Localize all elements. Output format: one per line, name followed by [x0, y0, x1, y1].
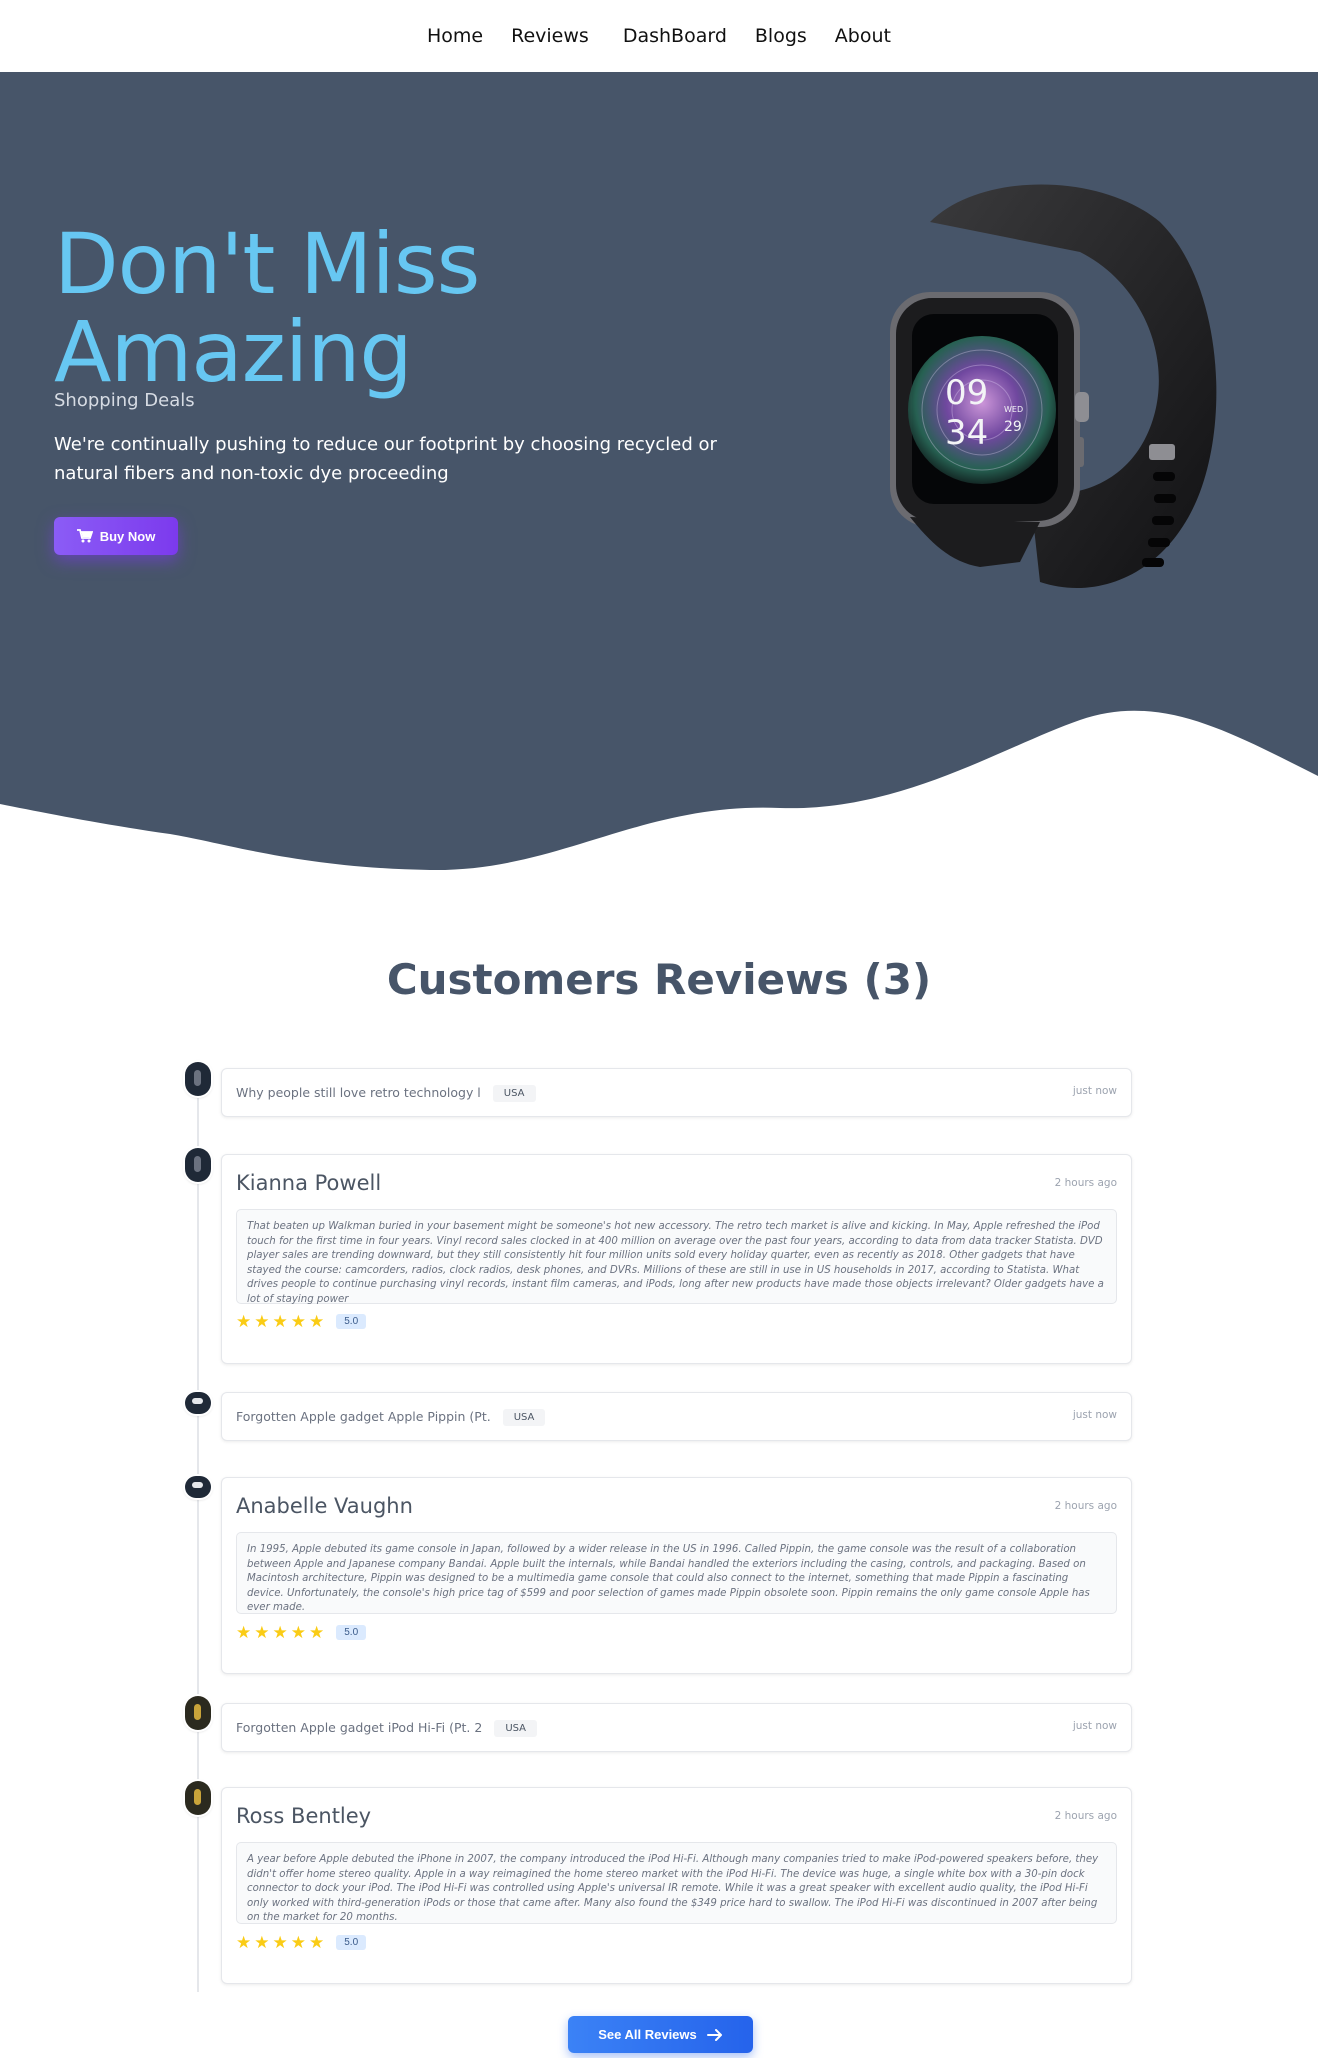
reviewer-name: Kianna Powell — [236, 1171, 382, 1195]
see-all-reviews-button[interactable]: See All Reviews — [568, 2016, 753, 2053]
review-text: A year before Apple debuted the iPhone i… — [236, 1842, 1117, 1924]
review-time: 2 hours ago — [1054, 1177, 1117, 1189]
review-headline-row: Forgotten Apple gadget iPod Hi-Fi (Pt. 2… — [236, 1720, 538, 1737]
review-headline-row: Forgotten Apple gadget Apple Pippin (Pt.… — [236, 1409, 546, 1426]
review-headline: Why people still love retro technology l — [236, 1085, 481, 1100]
star-icon: ★ — [272, 1623, 288, 1642]
star-icon: ★ — [309, 1623, 325, 1642]
avatar[interactable] — [185, 1476, 211, 1498]
hero-title: Don't Miss Amazing — [54, 220, 754, 396]
hero-banner: Don't Miss Amazing Shopping Deals We're … — [0, 72, 1318, 892]
buy-now-button[interactable]: Buy Now — [54, 517, 178, 555]
country-badge: USA — [492, 1085, 536, 1102]
hero-title-line-2: Amazing — [54, 303, 413, 401]
star-icon: ★ — [236, 1312, 252, 1331]
rating-score: 5.0 — [336, 1314, 367, 1329]
star-rating: ★ ★ ★ ★ ★ 5.0 — [236, 1933, 367, 1952]
review-card: Kianna Powell 2 hours ago That beaten up… — [221, 1154, 1132, 1364]
timeline-line — [197, 1062, 199, 1992]
rating-score: 5.0 — [336, 1625, 367, 1640]
avatar[interactable] — [185, 1696, 211, 1730]
review-card: Ross Bentley 2 hours ago A year before A… — [221, 1787, 1132, 1984]
review-posted-time: just now — [1072, 1409, 1117, 1421]
reviewer-name: Anabelle Vaughn — [236, 1494, 413, 1518]
smartwatch-image: 09 34 WED 29 — [890, 184, 1217, 588]
review-posted-time: just now — [1072, 1720, 1117, 1732]
star-icon: ★ — [236, 1933, 252, 1952]
review-posted-time: just now — [1072, 1085, 1117, 1097]
hero-description: We're continually pushing to reduce our … — [54, 434, 717, 484]
country-badge: USA — [502, 1409, 546, 1426]
star-icon: ★ — [290, 1933, 306, 1952]
avatar[interactable] — [185, 1392, 211, 1414]
review-summary-card[interactable]: Forgotten Apple gadget iPod Hi-Fi (Pt. 2… — [221, 1703, 1132, 1752]
review-card: Anabelle Vaughn 2 hours ago In 1995, App… — [221, 1477, 1132, 1674]
star-icon: ★ — [254, 1312, 270, 1331]
review-summary-card[interactable]: Why people still love retro technology l… — [221, 1068, 1132, 1117]
star-icon: ★ — [272, 1933, 288, 1952]
review-time: 2 hours ago — [1054, 1500, 1117, 1512]
watch-minute: 34 — [945, 413, 988, 453]
avatar[interactable] — [185, 1148, 211, 1182]
star-icon: ★ — [254, 1933, 270, 1952]
top-nav: Home Reviews DashBoard Blogs About — [0, 0, 1318, 72]
nav-reviews[interactable]: Reviews — [497, 25, 603, 47]
arrow-right-icon — [706, 2028, 722, 2041]
nav-blogs[interactable]: Blogs — [741, 25, 821, 47]
watch-date: 29 — [1004, 419, 1022, 435]
nav-about[interactable]: About — [821, 25, 905, 47]
review-headline-row: Why people still love retro technology l… — [236, 1085, 536, 1102]
watch-day: WED — [1004, 405, 1023, 414]
review-summary-card[interactable]: Forgotten Apple gadget Apple Pippin (Pt.… — [221, 1392, 1132, 1441]
country-badge: USA — [494, 1720, 538, 1737]
avatar[interactable] — [185, 1062, 211, 1096]
review-headline: Forgotten Apple gadget Apple Pippin (Pt. — [236, 1409, 491, 1424]
avatar[interactable] — [185, 1781, 211, 1815]
star-rating: ★ ★ ★ ★ ★ 5.0 — [236, 1312, 367, 1331]
review-text: That beaten up Walkman buried in your ba… — [236, 1209, 1117, 1305]
review-text: In 1995, Apple debuted its game console … — [236, 1532, 1117, 1614]
star-icon: ★ — [309, 1312, 325, 1331]
star-icon: ★ — [290, 1312, 306, 1331]
reviewer-name: Ross Bentley — [236, 1804, 372, 1828]
star-icon: ★ — [236, 1623, 252, 1642]
rating-score: 5.0 — [336, 1935, 367, 1950]
nav-home[interactable]: Home — [413, 25, 497, 47]
hero-title-line-1: Don't Miss — [54, 215, 480, 313]
review-time: 2 hours ago — [1054, 1810, 1117, 1822]
hero-subtitle: Shopping Deals — [54, 390, 195, 411]
cart-icon — [76, 529, 93, 543]
buy-now-label: Buy Now — [99, 528, 156, 544]
review-headline: Forgotten Apple gadget iPod Hi-Fi (Pt. 2 — [236, 1720, 483, 1735]
watch-hour: 09 — [945, 373, 988, 413]
reviews-title: Customers Reviews (3) — [386, 955, 932, 1004]
star-icon: ★ — [254, 1623, 270, 1642]
star-icon: ★ — [290, 1623, 306, 1642]
star-rating: ★ ★ ★ ★ ★ 5.0 — [236, 1623, 367, 1642]
nav-dashboard[interactable]: DashBoard — [609, 25, 741, 47]
see-all-label: See All Reviews — [598, 2027, 697, 2042]
star-icon: ★ — [272, 1312, 288, 1331]
star-icon: ★ — [309, 1933, 325, 1952]
